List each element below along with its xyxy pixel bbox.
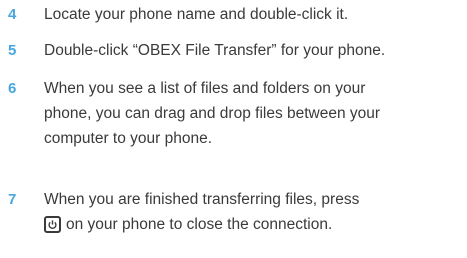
step-number: 5 bbox=[8, 42, 17, 59]
step-line: phone, you can drag and drop files betwe… bbox=[44, 105, 381, 122]
step-number: 6 bbox=[8, 80, 17, 97]
step-line: Locate your phone name and double-click … bbox=[44, 6, 349, 23]
step-number: 7 bbox=[8, 191, 17, 208]
step-line: When you are finished transferring files… bbox=[44, 191, 360, 208]
end-power-key-icon bbox=[44, 216, 61, 233]
step-line-with-icon: on your phone to close the connection. bbox=[44, 212, 444, 237]
step-line: computer to your phone. bbox=[44, 130, 213, 147]
step-text: When you see a list of files and folders… bbox=[44, 76, 444, 151]
step-text: When you are finished transferring files… bbox=[44, 187, 444, 237]
step-number: 4 bbox=[8, 6, 17, 23]
step-text: Double-click “OBEX File Transfer” for yo… bbox=[44, 38, 444, 63]
step-line-text: on your phone to close the connection. bbox=[66, 216, 333, 233]
step-line: Double-click “OBEX File Transfer” for yo… bbox=[44, 42, 386, 59]
step-line: When you see a list of files and folders… bbox=[44, 80, 366, 97]
step-text: Locate your phone name and double-click … bbox=[44, 2, 444, 27]
